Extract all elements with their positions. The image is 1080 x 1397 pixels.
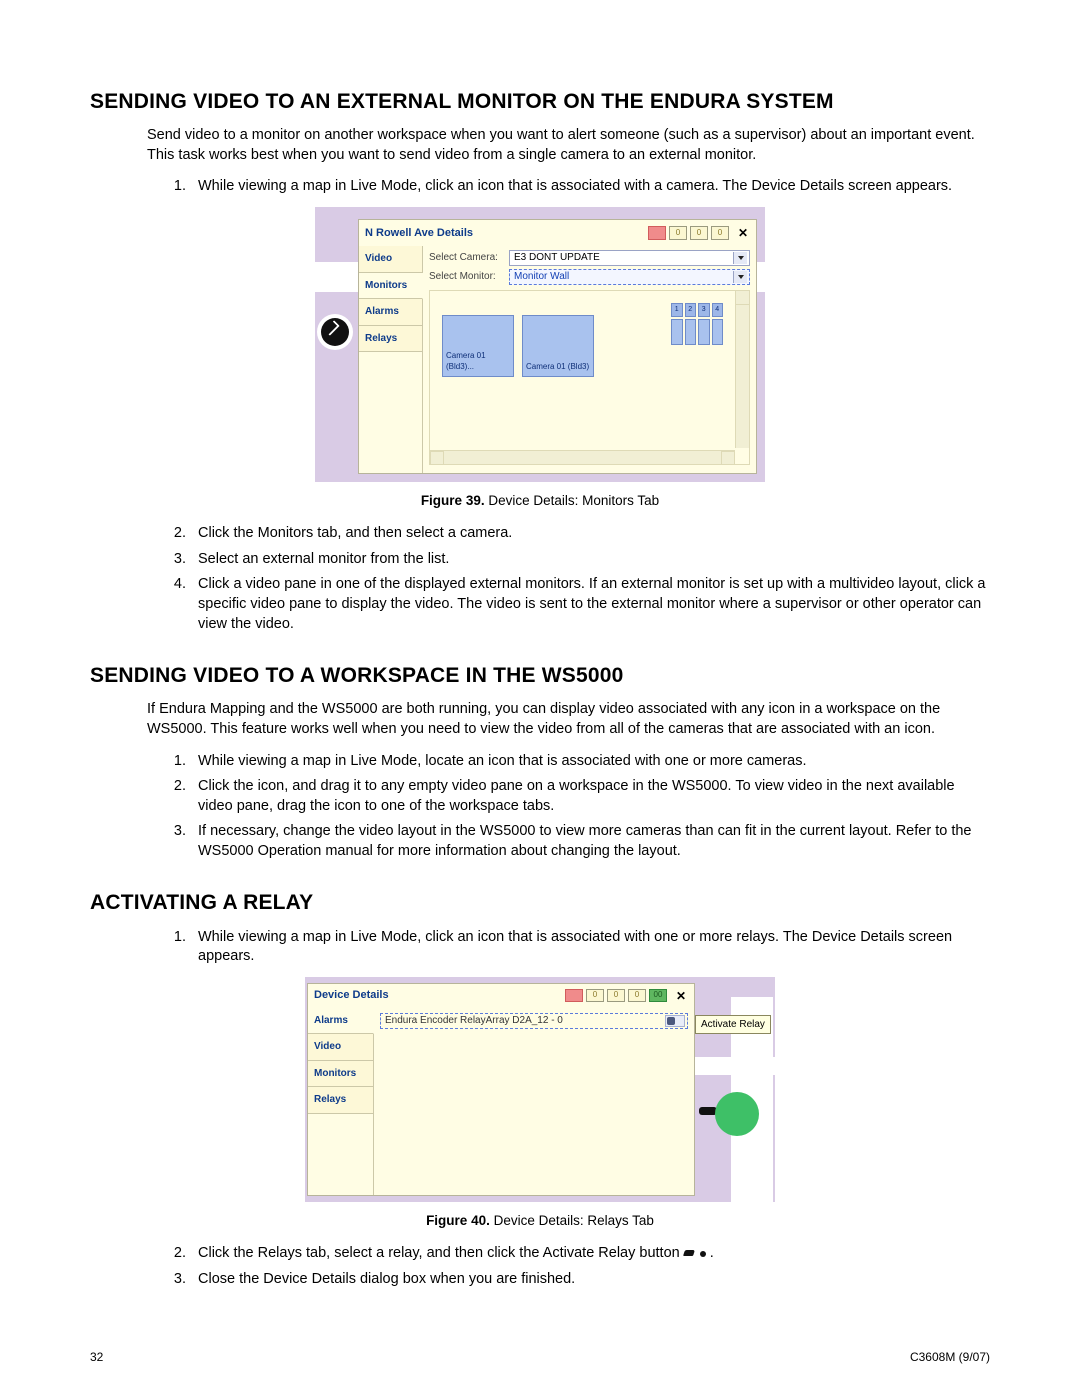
tab-alarms[interactable]: Alarms <box>308 1008 374 1035</box>
map-road-horizontal <box>695 1057 775 1075</box>
label-select-monitor: Select Monitor: <box>429 270 505 284</box>
section2-heading: SENDING VIDEO TO A WORKSPACE IN THE WS50… <box>90 662 990 690</box>
panel-title: Device Details <box>314 988 389 1003</box>
tab-content: Endura Encoder RelayArray D2A_12 - 0 <box>374 1008 694 1195</box>
document-id: C3608M (9/07) <box>910 1349 990 1365</box>
section3-step1: While viewing a map in Live Mode, click … <box>190 928 990 967</box>
grid-cell[interactable] <box>698 319 710 345</box>
device-details-panel: Device Details 0 0 0 00 ✕ Alarms Video M… <box>307 983 695 1196</box>
activate-relay-tooltip: Activate Relay <box>695 1015 771 1035</box>
map-camera-sign-icon <box>315 312 355 352</box>
figure39-caption-bold: Figure 39. <box>421 493 485 508</box>
chevron-down-icon[interactable] <box>733 271 747 283</box>
monitor-wall-grid[interactable]: 1 2 3 4 <box>671 303 723 345</box>
label-select-camera: Select Camera: <box>429 251 505 265</box>
map-relay-node-icon <box>715 1092 759 1136</box>
severity-box[interactable]: 0 <box>669 226 687 240</box>
select-monitor-dropdown[interactable]: Monitor Wall <box>509 269 750 285</box>
section1-step4: Click a video pane in one of the display… <box>190 575 990 634</box>
grid-header-cell[interactable]: 4 <box>712 303 724 317</box>
severity-box[interactable]: 0 <box>628 989 646 1002</box>
figure40-caption-bold: Figure 40. <box>426 1213 490 1228</box>
figure40-caption-text: Device Details: Relays Tab <box>490 1213 654 1228</box>
tab-alarms[interactable]: Alarms <box>359 299 422 326</box>
grid-header-cell[interactable]: 1 <box>671 303 683 317</box>
severity-box[interactable]: 0 <box>711 226 729 240</box>
severity-box[interactable]: 0 <box>690 226 708 240</box>
section1-step3: Select an external monitor from the list… <box>190 550 990 570</box>
vertical-scrollbar[interactable] <box>735 291 749 448</box>
panel-titlebar: N Rowell Ave Details 0 0 0 ✕ <box>359 220 756 246</box>
monitor-pane-label: Camera 01 (Bld3)... <box>446 351 510 373</box>
select-monitor-value: Monitor Wall <box>514 270 569 284</box>
severity-box-green[interactable]: 00 <box>649 989 667 1002</box>
tab-list: Video Monitors Alarms Relays <box>359 246 423 473</box>
section1-list-b: Click the Monitors tab, and then select … <box>190 524 990 634</box>
close-icon[interactable]: ✕ <box>674 989 688 1003</box>
section2-intro: If Endura Mapping and the WS5000 are bot… <box>147 700 990 739</box>
section3-step2-text-b: . <box>710 1245 714 1261</box>
figure-39: N Rowell Ave Details 0 0 0 ✕ Video Monit… <box>315 207 765 482</box>
select-camera-dropdown[interactable]: E3 DONT UPDATE <box>509 250 750 266</box>
severity-box[interactable]: 0 <box>586 989 604 1002</box>
grid-header-cell[interactable]: 3 <box>698 303 710 317</box>
grid-cell[interactable] <box>712 319 724 345</box>
section2-step3: If necessary, change the video layout in… <box>190 822 990 861</box>
figure40-caption: Figure 40. Device Details: Relays Tab <box>90 1212 990 1230</box>
section1-list-a: While viewing a map in Live Mode, click … <box>190 177 990 197</box>
section2-step2: Click the icon, and drag it to any empty… <box>190 777 990 816</box>
severity-box[interactable]: 0 <box>607 989 625 1002</box>
tab-list: Alarms Video Monitors Relays <box>308 1008 374 1195</box>
grid-cell[interactable] <box>685 319 697 345</box>
tab-monitors[interactable]: Monitors <box>359 273 423 300</box>
section3-step3: Close the Device Details dialog box when… <box>190 1270 990 1290</box>
tab-monitors[interactable]: Monitors <box>308 1061 373 1088</box>
activate-relay-button-icon <box>684 1248 706 1258</box>
monitor-pane[interactable]: Camera 01 (Bld3) <box>522 315 594 377</box>
section1-step2: Click the Monitors tab, and then select … <box>190 524 990 544</box>
monitor-pane[interactable]: Camera 01 (Bld3)... <box>442 315 514 377</box>
severity-indicators: 0 0 0 00 ✕ <box>565 989 688 1003</box>
section3-step2-text-a: Click the Relays tab, select a relay, an… <box>198 1245 684 1261</box>
tab-relays[interactable]: Relays <box>359 326 422 353</box>
severity-red-icon[interactable] <box>648 226 666 240</box>
tab-video[interactable]: Video <box>359 246 422 273</box>
select-camera-value: E3 DONT UPDATE <box>514 251 600 265</box>
section2-list: While viewing a map in Live Mode, locate… <box>190 752 990 862</box>
relay-name: Endura Encoder RelayArray D2A_12 - 0 <box>385 1014 563 1028</box>
section1-heading: SENDING VIDEO TO AN EXTERNAL MONITOR ON … <box>90 88 990 116</box>
grid-cell[interactable] <box>671 319 683 345</box>
figure39-caption-text: Device Details: Monitors Tab <box>485 493 660 508</box>
section3-list-b: Click the Relays tab, select a relay, an… <box>190 1244 990 1289</box>
activate-relay-toggle-icon[interactable] <box>665 1015 685 1027</box>
horizontal-scrollbar[interactable] <box>430 450 735 464</box>
panel-title: N Rowell Ave Details <box>365 226 473 241</box>
page-footer: 32 C3608M (9/07) <box>90 1349 990 1365</box>
tab-content: Select Camera: E3 DONT UPDATE Select Mon… <box>423 246 756 473</box>
figure-40: Device Details 0 0 0 00 ✕ Alarms Video M… <box>305 977 775 1202</box>
chevron-down-icon[interactable] <box>733 252 747 264</box>
panel-titlebar: Device Details 0 0 0 00 ✕ <box>308 984 694 1008</box>
severity-red-icon[interactable] <box>565 989 583 1002</box>
page-number: 32 <box>90 1349 103 1365</box>
monitor-pane-label: Camera 01 (Bld3) <box>526 362 589 373</box>
monitor-preview-area: Camera 01 (Bld3)... Camera 01 (Bld3) 1 2… <box>429 290 750 465</box>
section1-step1: While viewing a map in Live Mode, click … <box>190 177 990 197</box>
tab-relays[interactable]: Relays <box>308 1087 373 1114</box>
section3-step2: Click the Relays tab, select a relay, an… <box>190 1244 990 1264</box>
severity-indicators: 0 0 0 ✕ <box>648 226 750 240</box>
device-details-panel: N Rowell Ave Details 0 0 0 ✕ Video Monit… <box>358 219 757 474</box>
figure39-caption: Figure 39. Device Details: Monitors Tab <box>90 492 990 510</box>
close-icon[interactable]: ✕ <box>736 226 750 240</box>
section1-intro: Send video to a monitor on another works… <box>147 126 990 165</box>
section3-heading: ACTIVATING A RELAY <box>90 889 990 917</box>
section3-list-a: While viewing a map in Live Mode, click … <box>190 928 990 967</box>
relay-select-field[interactable]: Endura Encoder RelayArray D2A_12 - 0 <box>380 1013 688 1029</box>
section2-step1: While viewing a map in Live Mode, locate… <box>190 752 990 772</box>
tab-video[interactable]: Video <box>308 1034 373 1061</box>
grid-header-cell[interactable]: 2 <box>685 303 697 317</box>
